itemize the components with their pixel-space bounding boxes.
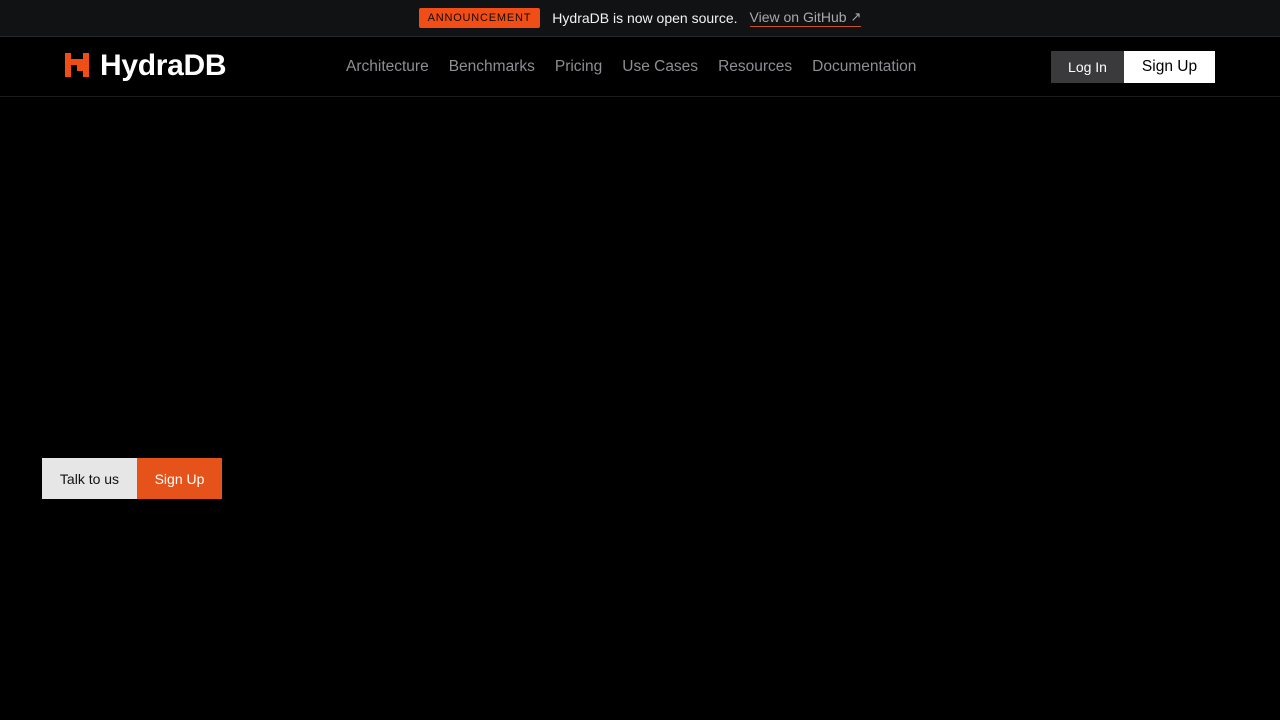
- logo[interactable]: HydraDB: [65, 49, 227, 83]
- nav-link-benchmarks[interactable]: Benchmarks: [449, 58, 535, 76]
- auth-buttons: Log In Sign Up: [1051, 51, 1215, 83]
- nav-link-resources[interactable]: Resources: [718, 58, 792, 76]
- navbar: HydraDB Architecture Benchmarks Pricing …: [0, 37, 1280, 97]
- external-arrow-icon: ↗: [850, 9, 862, 24]
- announcement-text: HydraDB is now open source.: [552, 10, 738, 26]
- github-link-label: View on GitHub: [749, 9, 847, 25]
- hydradb-logo-icon: [65, 53, 89, 77]
- nav-link-documentation[interactable]: Documentation: [812, 58, 916, 76]
- nav-link-architecture[interactable]: Architecture: [346, 58, 429, 76]
- brand-name: HydraDB: [100, 49, 227, 82]
- github-link[interactable]: View on GitHub ↗: [749, 9, 862, 27]
- announcement-bar: ANNOUNCEMENT HydraDB is now open source.…: [0, 0, 1280, 37]
- nav-link-pricing[interactable]: Pricing: [555, 58, 602, 76]
- talk-to-us-button[interactable]: Talk to us: [42, 458, 137, 499]
- announcement-badge: ANNOUNCEMENT: [418, 8, 541, 28]
- main-nav: Architecture Benchmarks Pricing Use Case…: [346, 37, 936, 97]
- nav-link-use-cases[interactable]: Use Cases: [622, 58, 698, 76]
- login-button[interactable]: Log In: [1051, 51, 1124, 83]
- hero-cta: Talk to us Sign Up: [42, 458, 222, 499]
- signup-button[interactable]: Sign Up: [1124, 51, 1215, 83]
- hero-signup-button[interactable]: Sign Up: [137, 458, 222, 499]
